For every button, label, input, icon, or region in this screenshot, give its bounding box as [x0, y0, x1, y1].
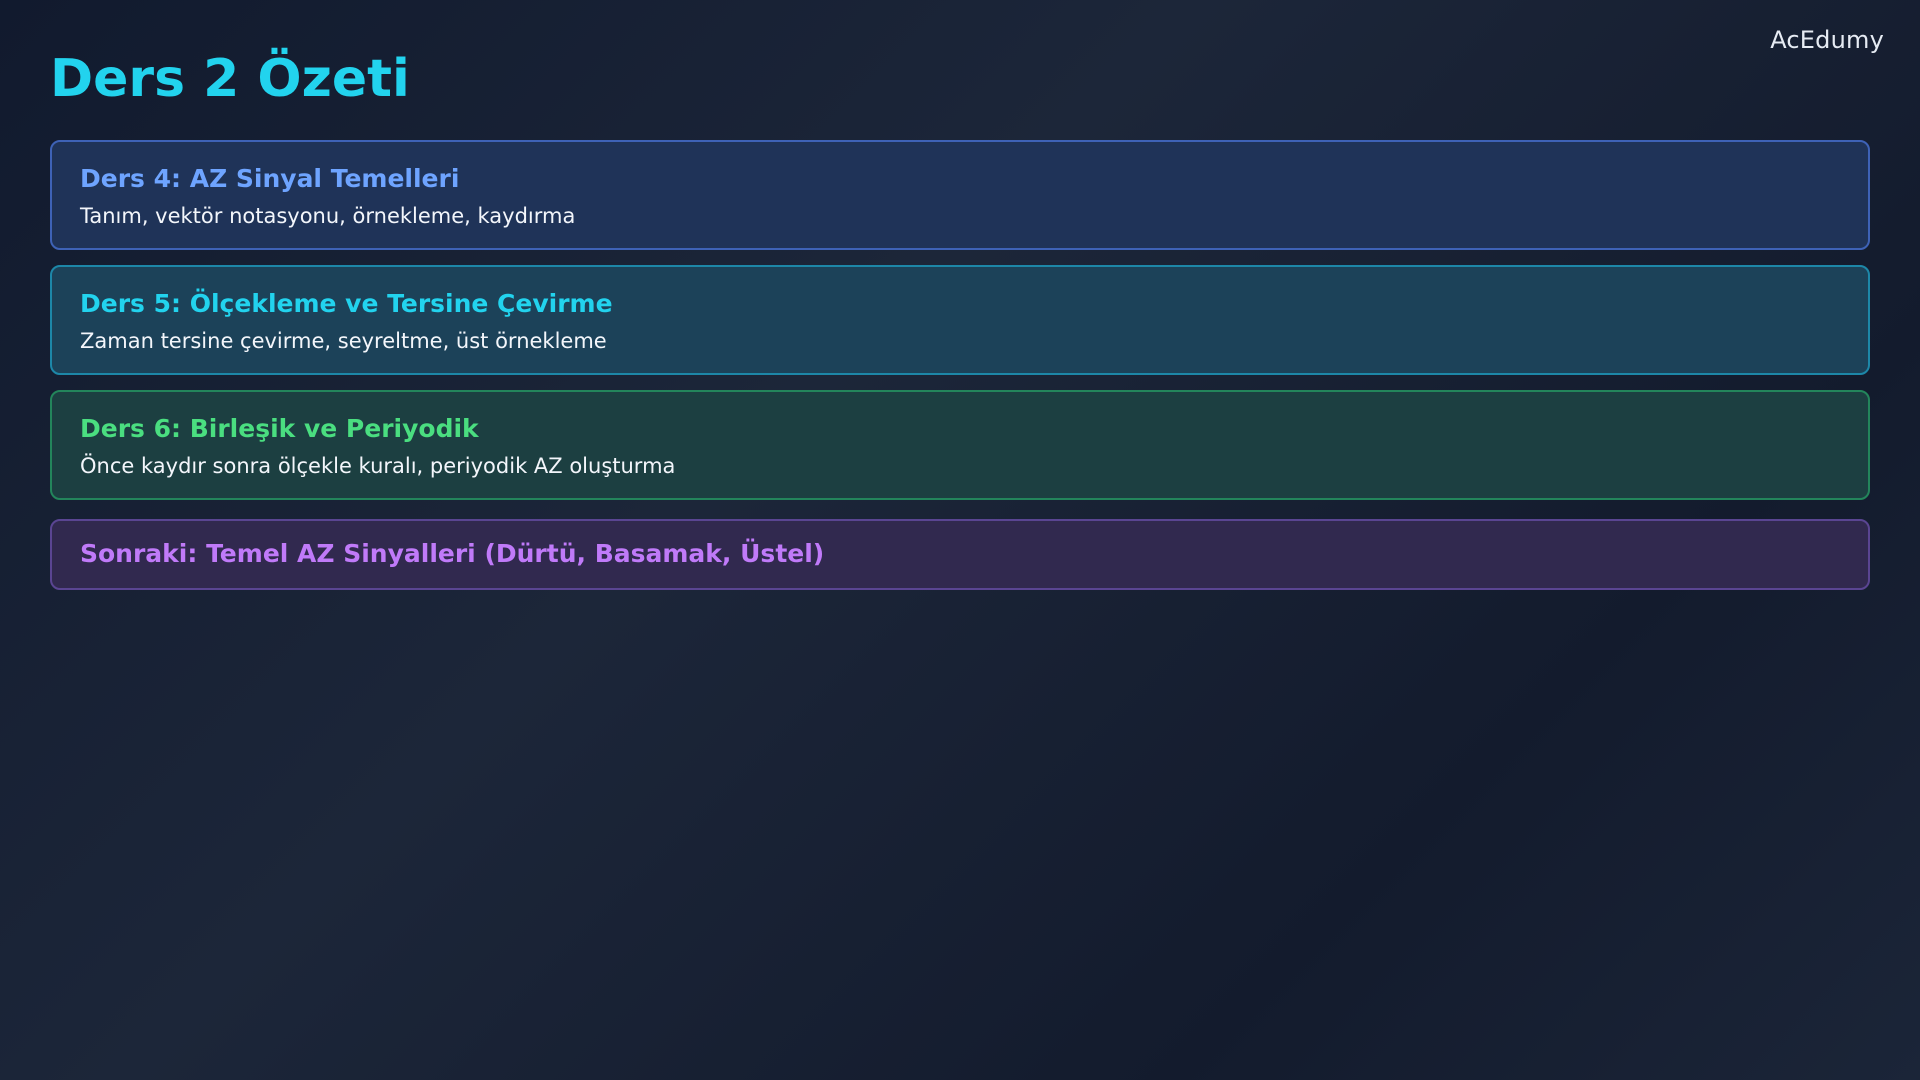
lesson-card-5: Ders 5: Ölçekleme ve Tersine Çevirme Zam… [50, 265, 1870, 375]
lesson-card-title: Ders 5: Ölçekleme ve Tersine Çevirme [80, 289, 613, 318]
brand-logo-text: AcEdumy [1770, 26, 1884, 54]
lesson-card-6: Ders 6: Birleşik ve Periyodik Önce kaydı… [50, 390, 1870, 500]
lesson-card-description: Zaman tersine çevirme, seyreltme, üst ör… [80, 329, 607, 353]
next-lesson-card: Sonraki: Temel AZ Sinyalleri (Dürtü, Bas… [50, 519, 1870, 590]
lesson-card-description: Tanım, vektör notasyonu, örnekleme, kayd… [80, 204, 576, 228]
lesson-card-title: Ders 4: AZ Sinyal Temelleri [80, 164, 460, 193]
lesson-card-description: Önce kaydır sonra ölçekle kuralı, periyo… [80, 454, 676, 478]
lesson-card-title: Ders 6: Birleşik ve Periyodik [80, 414, 479, 443]
next-lesson-title: Sonraki: Temel AZ Sinyalleri (Dürtü, Bas… [80, 539, 825, 568]
lesson-card-4: Ders 4: AZ Sinyal Temelleri Tanım, vektö… [50, 140, 1870, 250]
page-title: Ders 2 Özeti [50, 49, 410, 109]
lesson-summary-list: Ders 4: AZ Sinyal Temelleri Tanım, vektö… [50, 140, 1870, 590]
